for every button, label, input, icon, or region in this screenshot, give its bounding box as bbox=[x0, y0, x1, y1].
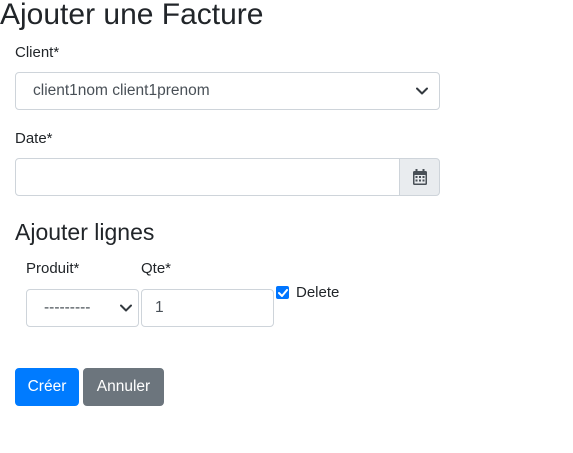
delete-checkbox[interactable] bbox=[276, 286, 289, 299]
cancel-button[interactable]: Annuler bbox=[83, 368, 164, 406]
create-button[interactable]: Créer bbox=[15, 368, 79, 406]
qte-input-value: 1 bbox=[155, 299, 164, 316]
produit-select-value: --------- bbox=[44, 299, 91, 316]
date-label: Date* bbox=[15, 130, 53, 147]
date-input[interactable] bbox=[15, 158, 400, 196]
produit-select[interactable]: --------- bbox=[26, 289, 139, 327]
chevron-down-icon bbox=[118, 300, 134, 316]
page-title: Ajouter une Facture bbox=[0, 0, 264, 31]
chevron-down-icon bbox=[414, 83, 430, 99]
qte-label: Qte* bbox=[141, 260, 172, 277]
client-select[interactable]: client1nom client1prenom bbox=[15, 72, 440, 110]
lines-title: Ajouter lignes bbox=[15, 219, 155, 245]
qte-input[interactable]: 1 bbox=[141, 289, 274, 327]
checkmark-icon bbox=[277, 288, 288, 297]
client-select-value: client1nom client1prenom bbox=[33, 82, 210, 99]
calendar-icon bbox=[412, 169, 427, 185]
calendar-button[interactable] bbox=[399, 158, 440, 196]
client-label: Client* bbox=[15, 44, 60, 61]
delete-label: Delete bbox=[296, 284, 340, 301]
produit-label: Produit* bbox=[26, 260, 80, 277]
